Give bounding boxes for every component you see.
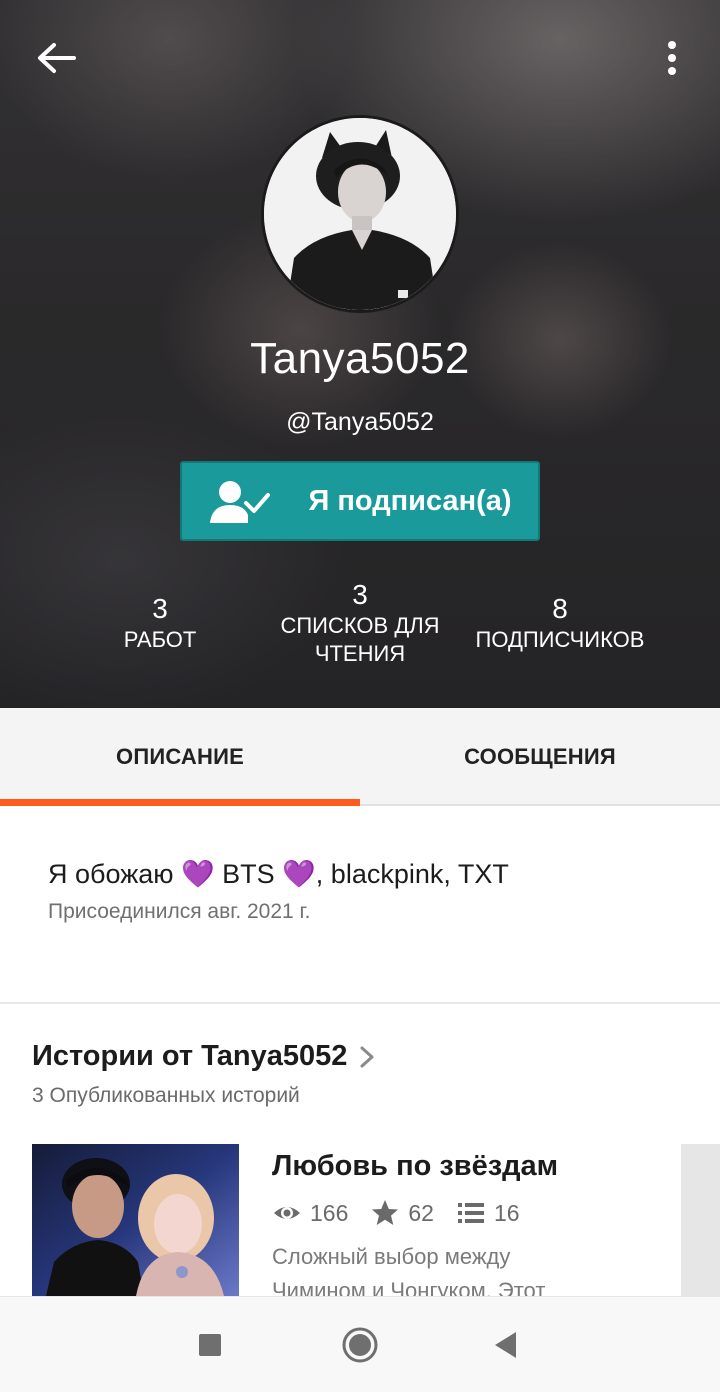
- bio-text: Я обожаю 💜 BTS 💜, blackpink, TXT: [48, 858, 509, 890]
- tab-active-indicator: [0, 799, 360, 806]
- next-story-card-peek[interactable]: [681, 1144, 720, 1296]
- system-navigation-bar: [0, 1296, 720, 1392]
- star-icon: [372, 1200, 399, 1225]
- follow-button[interactable]: Я подписан(а): [180, 461, 540, 541]
- more-options-button[interactable]: [650, 34, 694, 82]
- system-back-button[interactable]: [480, 1319, 532, 1371]
- story-reads: 166: [310, 1199, 349, 1226]
- tab-messages[interactable]: СООБЩЕНИЯ: [360, 708, 720, 806]
- purple-heart-emoji: 💜: [181, 859, 215, 889]
- list-icon: [457, 1203, 484, 1223]
- profile-header: Tanya5052 @Tanya5052 Я подписан(а) 3 РАБ…: [0, 0, 720, 708]
- stat-works-label: РАБОТ: [123, 627, 197, 652]
- home-button[interactable]: [334, 1319, 386, 1371]
- stories-section-title[interactable]: Истории от Tanya5052: [32, 1040, 377, 1073]
- bio-part1: Я обожаю: [48, 859, 182, 889]
- tab-about[interactable]: ОПИСАНИЕ: [0, 708, 360, 806]
- back-button[interactable]: [30, 36, 82, 80]
- stories-count: 3 Опубликованных историй: [32, 1084, 300, 1107]
- square-icon: [199, 1334, 221, 1356]
- stat-reading-lists[interactable]: 3 СПИСКОВ ДЛЯ ЧТЕНИЯ: [260, 578, 460, 668]
- story-parts: 16: [493, 1199, 520, 1226]
- user-check-icon: [206, 477, 272, 527]
- follow-button-label: Я подписан(а): [308, 485, 512, 517]
- stat-reading-lists-value: 3: [352, 579, 368, 610]
- more-vertical-icon: [668, 41, 676, 75]
- display-name: Tanya5052: [250, 334, 470, 383]
- story-cover-image: [32, 1144, 239, 1296]
- story-stats: 166 62 16: [272, 1198, 542, 1228]
- profile-tabs: ОПИСАНИЕ СООБЩЕНИЯ: [0, 708, 720, 806]
- stat-works-value: 3: [152, 593, 168, 624]
- chevron-right-icon: [360, 1046, 374, 1067]
- purple-heart-emoji: 💜: [282, 859, 316, 889]
- avatar[interactable]: [261, 115, 459, 313]
- stat-works[interactable]: 3 РАБОТ: [90, 592, 230, 654]
- stories-title-text: Истории от Tanya5052: [32, 1040, 348, 1072]
- triangle-back-icon: [495, 1332, 516, 1358]
- story-votes: 62: [408, 1199, 434, 1226]
- bio-part3: , blackpink, TXT: [315, 859, 509, 889]
- stat-reading-lists-label-line2: ЧТЕНИЯ: [314, 641, 406, 666]
- story-card[interactable]: Любовь по звёздам 166 62 16 Сложный выбо…: [32, 1144, 720, 1303]
- avatar-image: [264, 118, 456, 310]
- recents-button[interactable]: [184, 1319, 236, 1371]
- circle-icon: [342, 1327, 378, 1363]
- stat-reading-lists-label-line1: СПИСКОВ ДЛЯ: [280, 613, 440, 638]
- stat-followers-value: 8: [552, 593, 568, 624]
- eye-icon: [274, 1207, 300, 1219]
- about-section: Я обожаю 💜 BTS 💜, blackpink, TXT Присоед…: [0, 808, 720, 1004]
- joined-date: Присоединился авг. 2021 г.: [48, 900, 311, 923]
- story-description-line1: Сложный выбор между: [272, 1244, 511, 1269]
- username-handle: @Tanya5052: [286, 408, 434, 436]
- stat-followers[interactable]: 8 ПОДПИСЧИКОВ: [460, 592, 660, 654]
- bio-part2: BTS: [214, 859, 283, 889]
- story-cover: [32, 1144, 239, 1296]
- story-title: Любовь по звёздам: [272, 1150, 559, 1182]
- tab-messages-label: СООБЩЕНИЯ: [464, 744, 616, 769]
- tab-about-label: ОПИСАНИЕ: [116, 744, 244, 769]
- stat-followers-label: ПОДПИСЧИКОВ: [475, 627, 645, 652]
- arrow-back-icon: [38, 43, 76, 73]
